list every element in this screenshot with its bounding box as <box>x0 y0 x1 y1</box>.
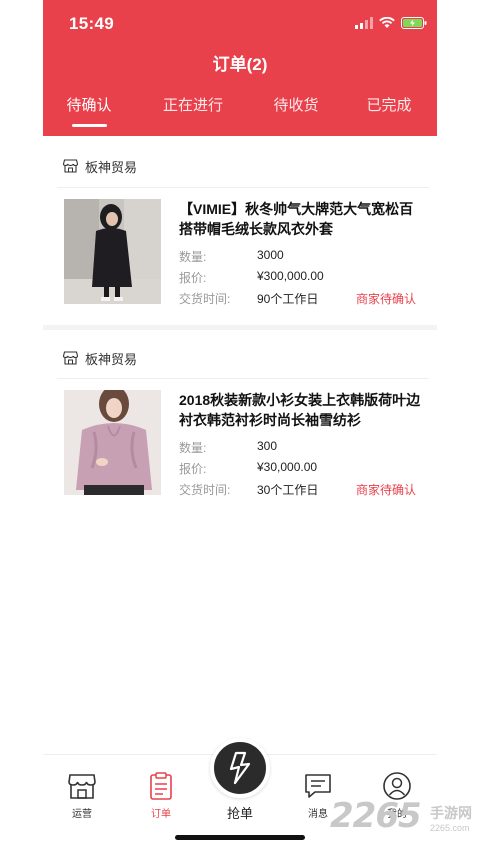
watermark-number: 2265 <box>330 796 422 836</box>
watermark-logo: 2265 手游网 2265.com <box>330 796 480 846</box>
tab-pending-receipt[interactable]: 待收货 <box>256 94 336 115</box>
signal-icon <box>355 17 373 29</box>
delivery-value: 30个工作日 <box>257 483 319 497</box>
shop-row[interactable]: 板神贸易 <box>63 348 137 368</box>
order-card[interactable]: 板神贸易 【VIMIE】秋冬帅气大牌范大气宽松百搭带帽毛绒长款风衣外套 数量: … <box>43 136 437 324</box>
nav-label-operations: 运营 <box>72 809 92 820</box>
price-label: 报价: <box>179 271 207 285</box>
store-icon <box>68 774 96 799</box>
watermark-url: 2265.com <box>430 823 470 833</box>
wifi-icon <box>379 17 395 28</box>
shop-row[interactable]: 板神贸易 <box>63 156 137 176</box>
product-title[interactable]: 【VIMIE】秋冬帅气大牌范大气宽松百搭带帽毛绒长款风衣外套 <box>179 199 423 239</box>
watermark-text: 手游网 <box>430 805 472 821</box>
shop-name: 板神贸易 <box>85 159 138 175</box>
quantity-value: 3000 <box>257 248 284 262</box>
order-status: 商家待确认 <box>355 483 416 497</box>
message-icon <box>305 774 331 798</box>
tab-pending-confirm[interactable]: 待确认 <box>49 94 129 115</box>
quantity-label: 数量: <box>179 441 207 455</box>
order-list: 板神贸易 【VIMIE】秋冬帅气大牌范大气宽松百搭带帽毛绒长款风衣外套 数量: … <box>43 136 437 756</box>
product-image[interactable] <box>64 390 161 495</box>
order-card[interactable]: 板神贸易 2018秋装新款小衫女装上衣韩版荷叶边衬衣韩范衬衫时尚长袖雪纺衫 数量… <box>43 330 437 518</box>
price-value: ¥300,000.00 <box>257 269 324 283</box>
delivery-label: 交货时间: <box>179 483 231 497</box>
order-status: 商家待确认 <box>355 292 416 306</box>
page-title: 订单(2) <box>212 55 268 74</box>
battery-icon <box>401 17 427 29</box>
status-time: 15:49 <box>69 14 114 33</box>
product-image[interactable] <box>64 199 161 304</box>
delivery-label: 交货时间: <box>179 292 231 306</box>
phone-screen: 15:49 订单(2) 待确认 正在进行 待收货 已完成 板神贸易 【VIMIE… <box>43 0 437 854</box>
tab-in-progress[interactable]: 正在进行 <box>153 94 233 115</box>
clipboard-icon <box>150 772 172 800</box>
shop-icon <box>63 351 78 365</box>
nav-label-orders: 订单 <box>151 809 171 820</box>
order-tabs: 待确认 正在进行 待收货 已完成 <box>43 94 437 134</box>
grab-order-button[interactable] <box>210 738 270 798</box>
nav-label-grab-order[interactable]: 抢单 <box>210 803 270 822</box>
divider <box>57 187 429 188</box>
shop-icon <box>63 159 78 173</box>
home-indicator <box>175 835 305 840</box>
quantity-label: 数量: <box>179 250 207 264</box>
divider <box>57 378 429 379</box>
active-tab-indicator <box>72 124 107 127</box>
tab-completed[interactable]: 已完成 <box>349 94 429 115</box>
quantity-value: 300 <box>257 439 278 453</box>
status-bar: 15:49 <box>43 0 437 44</box>
status-icons <box>355 17 427 29</box>
shop-name: 板神贸易 <box>85 351 138 367</box>
price-label: 报价: <box>179 462 207 476</box>
lightning-icon <box>229 751 251 785</box>
price-value: ¥30,000.00 <box>257 460 318 474</box>
product-title[interactable]: 2018秋装新款小衫女装上衣韩版荷叶边衬衣韩范衬衫时尚长袖雪纺衫 <box>179 390 423 430</box>
delivery-value: 90个工作日 <box>257 292 319 306</box>
